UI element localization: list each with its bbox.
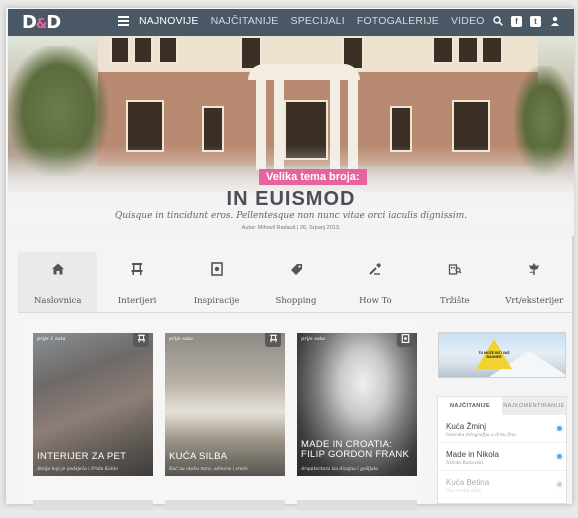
- user-icon[interactable]: [549, 16, 560, 27]
- list-item-subtitle: Istarska fotografija u drvu fino: [446, 433, 516, 438]
- article-card[interactable]: prije sata KUĆA SILBA Kuć na otoku mira,…: [165, 333, 285, 476]
- article-time: prije sata: [169, 336, 193, 342]
- article-title: INTERIJER ZA PET: [37, 451, 127, 462]
- list-item[interactable]: Made in Nikola Nikola Radovski: [438, 443, 566, 471]
- divider: [18, 312, 574, 313]
- tools-icon: [336, 262, 415, 278]
- next-article-row: [33, 500, 153, 510]
- article-time: prije sata: [301, 336, 325, 342]
- popular-panel: NAJČITANIJE NAJKOMENTIRANIJE Kuća Žminj …: [437, 396, 567, 504]
- indicator-dot-icon: [556, 481, 563, 488]
- nav-link-video[interactable]: VIDEO: [451, 15, 485, 27]
- nav-link-najnovije[interactable]: NAJNOVIJE: [139, 15, 199, 27]
- twitter-icon[interactable]: t: [530, 16, 541, 27]
- article-time: prije 1 sata: [37, 336, 66, 342]
- hero-window: [133, 36, 153, 64]
- hero-title[interactable]: IN EUISMOD: [8, 188, 574, 211]
- tab-najcitanije[interactable]: NAJČITANIJE: [438, 397, 502, 415]
- hero-window: [481, 36, 503, 64]
- list-item[interactable]: Kuća Žminj Istarska fotografija u drvu f…: [438, 415, 566, 443]
- nav-link-specijali[interactable]: SPECIJALI: [291, 15, 345, 27]
- list-item[interactable]: Kuća Betina Ova rovinj deta: [438, 471, 566, 499]
- category-trziste[interactable]: Tržište: [415, 252, 494, 312]
- indicator-dot-icon: [556, 453, 563, 460]
- page: { "header": { "logo": "D&D", "nav": ["NA…: [0, 0, 578, 518]
- nav-link-najcitanije[interactable]: NAJČITANIJE: [211, 15, 279, 27]
- tag-icon: [256, 262, 335, 278]
- frame-icon: [397, 333, 413, 347]
- category-vrt[interactable]: Vrt/eksterijer: [495, 252, 574, 312]
- category-bar: Naslovnica Interijeri Inspiracije Shoppi…: [18, 252, 574, 312]
- facebook-icon[interactable]: f: [511, 16, 522, 27]
- house-search-icon: [415, 262, 494, 278]
- flower-icon: [495, 262, 574, 278]
- category-label: Vrt/eksterijer: [505, 296, 564, 306]
- category-label: Naslovnica: [33, 296, 82, 306]
- hero-window: [110, 36, 130, 64]
- list-item-title: Made in Nikola: [446, 450, 499, 459]
- hero-window: [158, 36, 178, 64]
- home-icon: [18, 262, 97, 278]
- article-card[interactable]: prije 1 sata INTERIJER ZA PET Atelje koj…: [33, 333, 153, 476]
- category-label: Inspiracije: [193, 296, 240, 306]
- article-description: Kuć na otoku mira, odmora i sreće: [169, 467, 248, 472]
- category-interijeri[interactable]: Interijeri: [97, 252, 176, 312]
- hero-window: [457, 36, 479, 64]
- category-label: Interijeri: [117, 296, 157, 306]
- hero-banner[interactable]: Velika tema broja: IN EUISMOD Quisque in…: [8, 36, 574, 236]
- tab-najkomentiranije[interactable]: NAJKOMENTIRANIJE: [502, 397, 566, 415]
- nav-icons: f t: [492, 16, 560, 27]
- indicator-dot-icon: [556, 425, 563, 432]
- category-shopping[interactable]: Shopping: [256, 252, 335, 312]
- ad-text: TU MOŽE BITI VAŠ BANNER: [478, 351, 510, 359]
- ad-warning-sign: TU MOŽE BITI VAŠ BANNER: [476, 339, 512, 369]
- list-item-subtitle: Ova rovinj deta: [446, 489, 481, 494]
- ad-banner[interactable]: TU MOŽE BITI VAŠ BANNER: [438, 332, 566, 378]
- frame-icon: [177, 262, 256, 278]
- hero-window: [452, 100, 490, 152]
- hero-portico: [248, 64, 360, 80]
- category-inspiracije[interactable]: Inspiracije: [177, 252, 256, 312]
- chair-icon: [265, 333, 281, 347]
- nav-links: NAJNOVIJE NAJČITANIJE SPECIJALI FOTOGALE…: [139, 15, 485, 27]
- category-label: Shopping: [275, 296, 317, 306]
- list-item-subtitle: Nikola Radovski: [446, 461, 484, 466]
- article-title: KUĆA SILBA: [169, 451, 228, 462]
- article-description: Atelje koji je podsjeća i Frida Kahlo: [37, 467, 118, 472]
- article-description: Arquitectura iza dizajna i gošljata: [301, 467, 379, 472]
- hero-window: [126, 100, 164, 152]
- hero-author: Autor: Mihovil Radauš | 26. Srpanj 2013.: [241, 225, 341, 231]
- list-item-title: Kuća Betina: [446, 478, 490, 487]
- chair-icon: [133, 333, 149, 347]
- nav-link-fotogalerije[interactable]: FOTOGALERIJE: [357, 15, 439, 27]
- hero-subtitle: Quisque in tincidunt eros. Pellentesque …: [114, 211, 468, 221]
- hero-window: [432, 36, 454, 64]
- site-logo[interactable]: D&D: [22, 12, 61, 33]
- next-article-row: [297, 500, 417, 510]
- list-item-title: Kuća Žminj: [446, 422, 487, 431]
- next-article-row: [165, 500, 285, 510]
- category-label: How To: [359, 296, 392, 306]
- category-label: Tržište: [439, 296, 470, 306]
- search-icon[interactable]: [492, 16, 503, 27]
- category-howto[interactable]: How To: [336, 252, 415, 312]
- panel-tabs: NAJČITANIJE NAJKOMENTIRANIJE: [438, 397, 566, 415]
- category-naslovnica[interactable]: Naslovnica: [18, 252, 98, 312]
- menu-icon[interactable]: [118, 16, 129, 27]
- top-navigation: D&D NAJNOVIJE NAJČITANIJE SPECIJALI FOTO…: [8, 9, 574, 36]
- feature-badge: Velika tema broja:: [259, 169, 367, 185]
- article-title: MADE IN CROATIA: FILIP GORDON FRANK: [301, 439, 410, 460]
- article-card[interactable]: prije sata MADE IN CROATIA: FILIP GORDON…: [297, 333, 417, 476]
- chair-icon: [97, 262, 176, 278]
